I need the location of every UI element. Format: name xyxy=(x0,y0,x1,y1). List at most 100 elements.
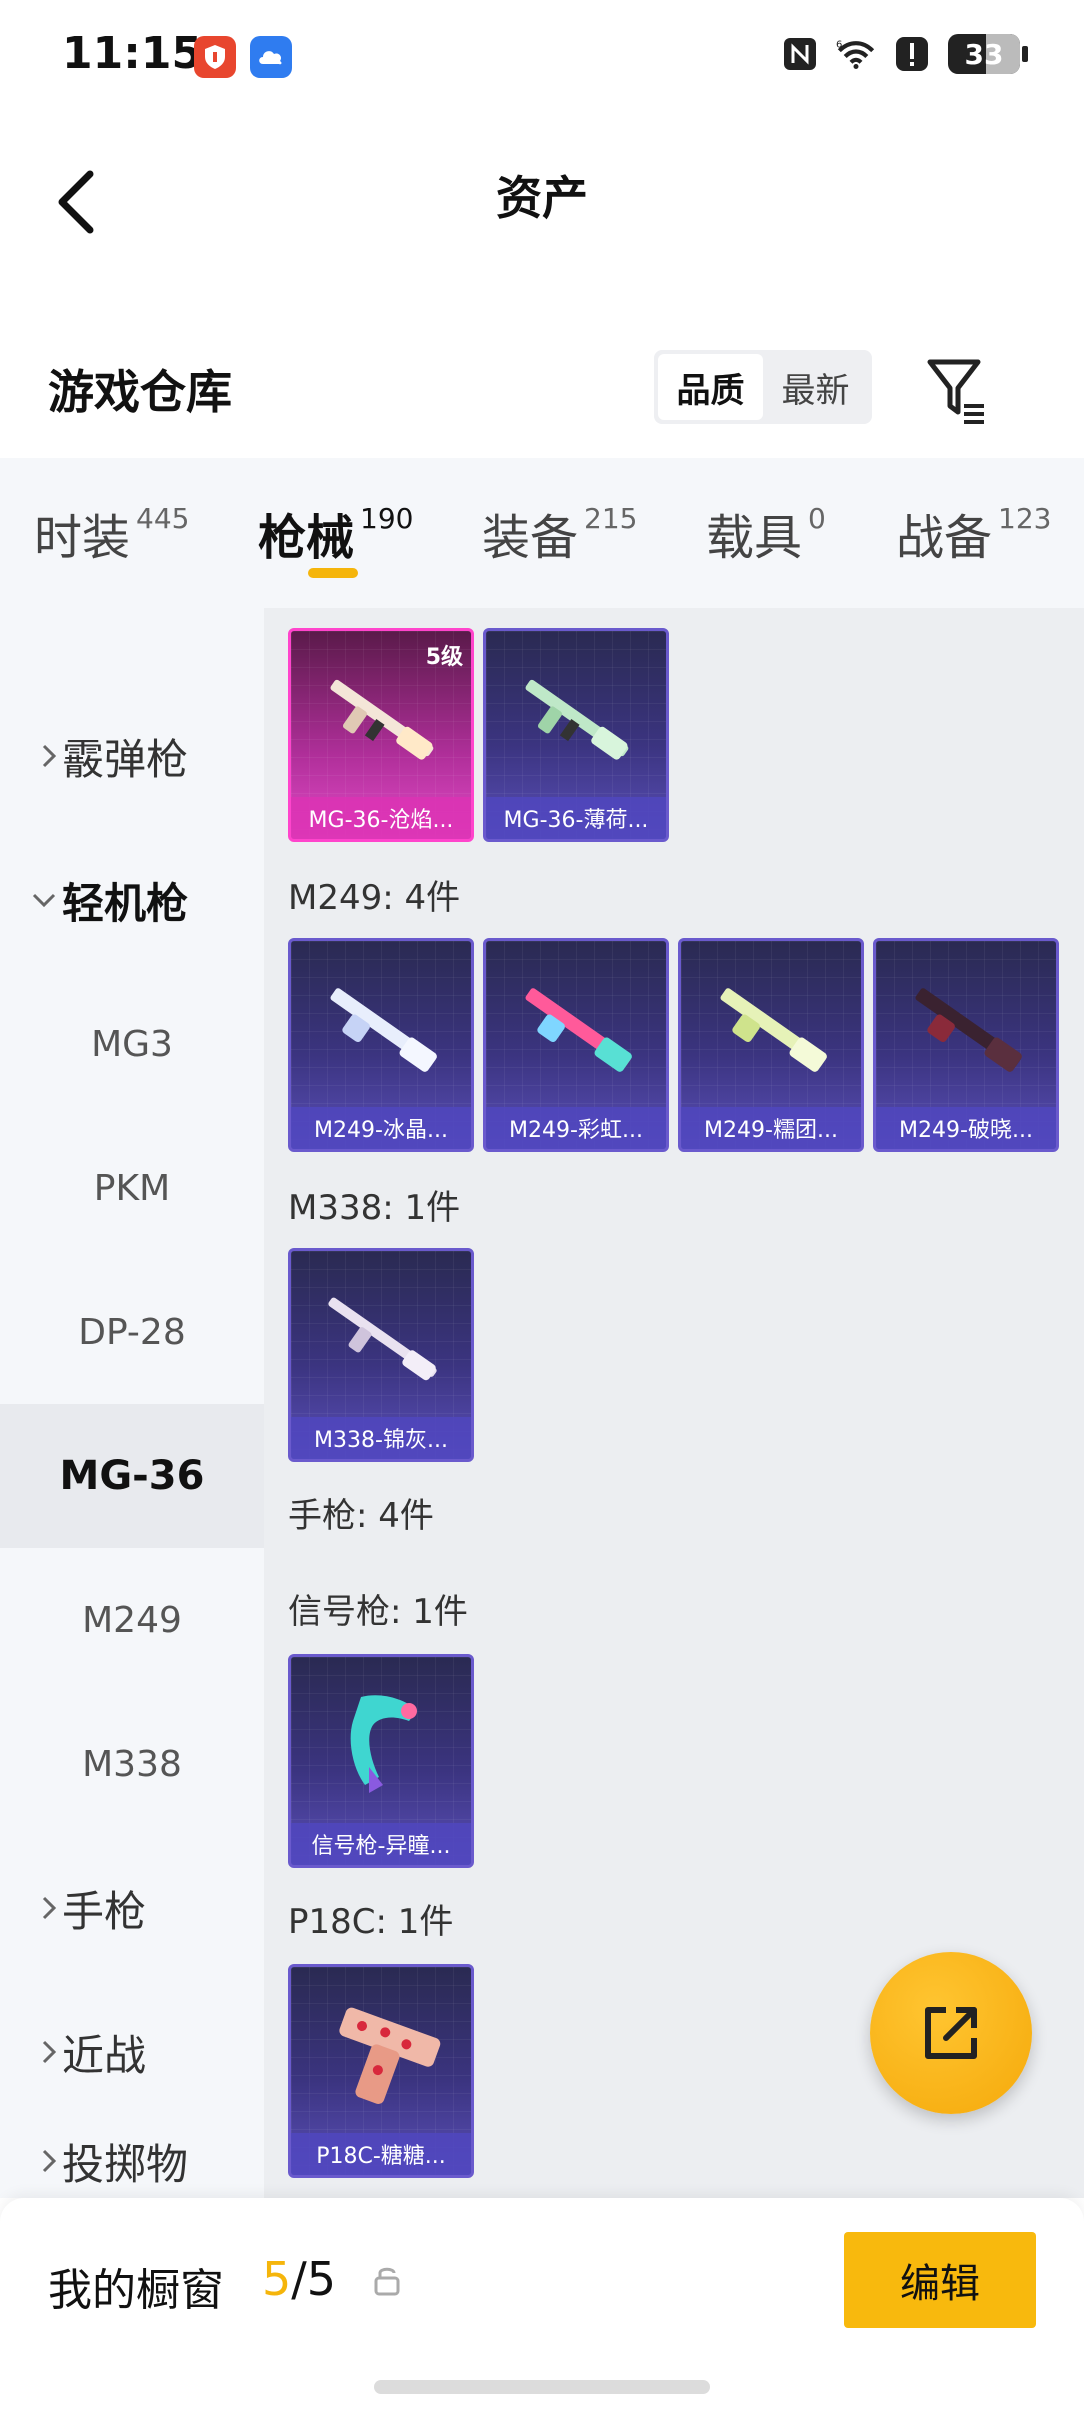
sort-option-newest[interactable]: 最新 xyxy=(763,354,868,420)
card-name: 信号枪-异瞳... xyxy=(291,1823,471,1865)
card-level-badge: 5级 xyxy=(425,645,463,670)
edit-button[interactable]: 编辑 xyxy=(844,2232,1036,2328)
sidebar-item-lmg[interactable]: 轻机枪 xyxy=(0,828,264,972)
group-label-flare: 信号枪: 1件 xyxy=(288,1592,468,1632)
tab-equipment[interactable]: 装备 215 xyxy=(482,498,637,568)
tab-label: 枪械 xyxy=(258,510,355,566)
weapon-card[interactable]: M249-糯团... xyxy=(678,938,864,1152)
sort-option-quality[interactable]: 品质 xyxy=(658,354,763,420)
card-name: M338-锦灰... xyxy=(291,1417,471,1459)
tab-label: 装备 xyxy=(482,510,579,566)
sidebar-item-shotgun[interactable]: 霰弹枪 xyxy=(0,684,264,828)
battery-icon: 33 xyxy=(948,34,1028,74)
weapon-card[interactable]: M249-冰晶... xyxy=(288,938,474,1152)
chevron-right-icon xyxy=(42,2040,57,2064)
weapon-card[interactable]: M249-彩虹... xyxy=(483,938,669,1152)
tab-label: 战备 xyxy=(896,510,993,566)
app-header: 资产 xyxy=(0,110,1084,280)
weapon-card[interactable]: 信号枪-异瞳... xyxy=(288,1654,474,1868)
card-name: M249-破晓... xyxy=(876,1107,1056,1149)
status-bar: 11:15 6 33 xyxy=(0,0,1084,110)
wifi-6-icon: 6 xyxy=(836,34,876,74)
tab-supplies[interactable]: 战备 123 xyxy=(896,498,1051,568)
battery-level: 33 xyxy=(964,37,1004,71)
group-label-m249: M249: 4件 xyxy=(288,878,461,918)
warehouse-title: 游戏仓库 xyxy=(48,365,232,419)
card-name: M249-彩虹... xyxy=(486,1107,666,1149)
chevron-right-icon xyxy=(42,1896,57,1920)
card-name: MG-36-薄荷... xyxy=(486,797,666,839)
card-name: M249-糯团... xyxy=(681,1107,861,1149)
tab-count: 123 xyxy=(998,502,1052,535)
filter-button[interactable] xyxy=(924,354,990,426)
weapon-card[interactable]: 5级 MG-36-沧焰... xyxy=(288,628,474,842)
lock-icon xyxy=(374,2267,400,2296)
tab-label: 时装 xyxy=(34,510,131,566)
lmg-icon xyxy=(720,988,827,1072)
weapon-category-sidebar: 霰弹枪 轻机枪 MG3 PKM DP-28 MG-36 M249 M338 手枪… xyxy=(0,608,264,2198)
tab-firearms[interactable]: 枪械 190 xyxy=(258,498,413,568)
weapon-card[interactable]: M249-破晓... xyxy=(873,938,1059,1152)
rifle-icon xyxy=(328,1297,437,1381)
card-name: M249-冰晶... xyxy=(291,1107,471,1149)
status-time: 11:15 xyxy=(62,28,203,79)
pistol-icon xyxy=(339,2007,441,2104)
tab-count: 215 xyxy=(584,502,638,535)
flare-gun-icon xyxy=(350,1695,417,1793)
home-indicator xyxy=(374,2380,710,2394)
share-external-icon xyxy=(925,2007,977,2059)
sidebar-item-label: 轻机枪 xyxy=(62,878,189,928)
page-title: 资产 xyxy=(496,171,588,225)
lmg-icon xyxy=(525,988,632,1072)
cloud-app-icon xyxy=(250,36,292,78)
weapon-card[interactable]: M338-锦灰... xyxy=(288,1248,474,1462)
tab-fashion[interactable]: 时装 445 xyxy=(34,498,189,568)
active-tab-indicator xyxy=(308,568,358,578)
sidebar-item-label: 投掷物 xyxy=(62,2139,189,2189)
weapon-card[interactable]: MG-36-薄荷... xyxy=(483,628,669,842)
sidebar-item-label: 霰弹枪 xyxy=(62,734,189,784)
status-icons: 6 33 xyxy=(780,34,1028,74)
svg-text:6: 6 xyxy=(836,39,842,50)
chevron-down-icon xyxy=(32,893,56,908)
sidebar-subitem-m338[interactable]: M338 xyxy=(0,1692,264,1836)
rifle-icon xyxy=(330,679,434,760)
tab-count: 445 xyxy=(136,502,190,535)
lmg-icon xyxy=(915,988,1022,1072)
sidebar-item-label: 近战 xyxy=(62,2030,147,2080)
sidebar-subitem-mg36[interactable]: MG-36 xyxy=(0,1404,264,1548)
category-tabs: 时装 445 枪械 190 装备 215 载具 0 战备 123 xyxy=(0,458,1084,608)
sidebar-subitem-pkm[interactable]: PKM xyxy=(0,1116,264,1260)
sidebar-item-throwables[interactable]: 投掷物 xyxy=(0,2124,264,2198)
tab-count: 190 xyxy=(360,502,414,535)
chevron-right-icon xyxy=(42,2149,57,2173)
showcase-count-total: /5 xyxy=(291,2252,337,2306)
sidebar-subitem-mg3[interactable]: MG3 xyxy=(0,972,264,1116)
showcase-count: 5/5 xyxy=(262,2252,336,2306)
showcase-bar: 我的橱窗 5/5 编辑 xyxy=(0,2198,1084,2412)
alert-icon xyxy=(892,34,932,74)
sort-toggle: 品质 最新 xyxy=(654,350,872,424)
chevron-right-icon xyxy=(42,744,57,768)
card-name: P18C-糖糖... xyxy=(291,2133,471,2175)
nfc-icon xyxy=(780,34,820,74)
tab-label: 载具 xyxy=(706,510,803,566)
filter-icon xyxy=(927,359,984,424)
group-label-m338: M338: 1件 xyxy=(288,1188,461,1228)
shield-app-icon xyxy=(194,36,236,78)
tab-vehicles[interactable]: 载具 0 xyxy=(706,498,826,568)
weapon-card[interactable]: P18C-糖糖... xyxy=(288,1964,474,2178)
sidebar-item-pistol[interactable]: 手枪 xyxy=(0,1836,264,1980)
sidebar-item-label: 手枪 xyxy=(62,1886,147,1936)
group-label-p18c: P18C: 1件 xyxy=(288,1902,454,1942)
sidebar-subitem-dp28[interactable]: DP-28 xyxy=(0,1260,264,1404)
tab-count: 0 xyxy=(808,502,826,535)
card-name: MG-36-沧焰... xyxy=(291,797,471,839)
rifle-icon xyxy=(525,679,629,760)
sidebar-subitem-m249[interactable]: M249 xyxy=(0,1548,264,1692)
sidebar-item-melee[interactable]: 近战 xyxy=(0,1980,264,2124)
share-fab-button[interactable] xyxy=(870,1952,1032,2114)
group-label-pistol: 手枪: 4件 xyxy=(288,1496,434,1536)
showcase-label: 我的橱窗 xyxy=(48,2265,224,2316)
showcase-count-current: 5 xyxy=(262,2252,292,2306)
